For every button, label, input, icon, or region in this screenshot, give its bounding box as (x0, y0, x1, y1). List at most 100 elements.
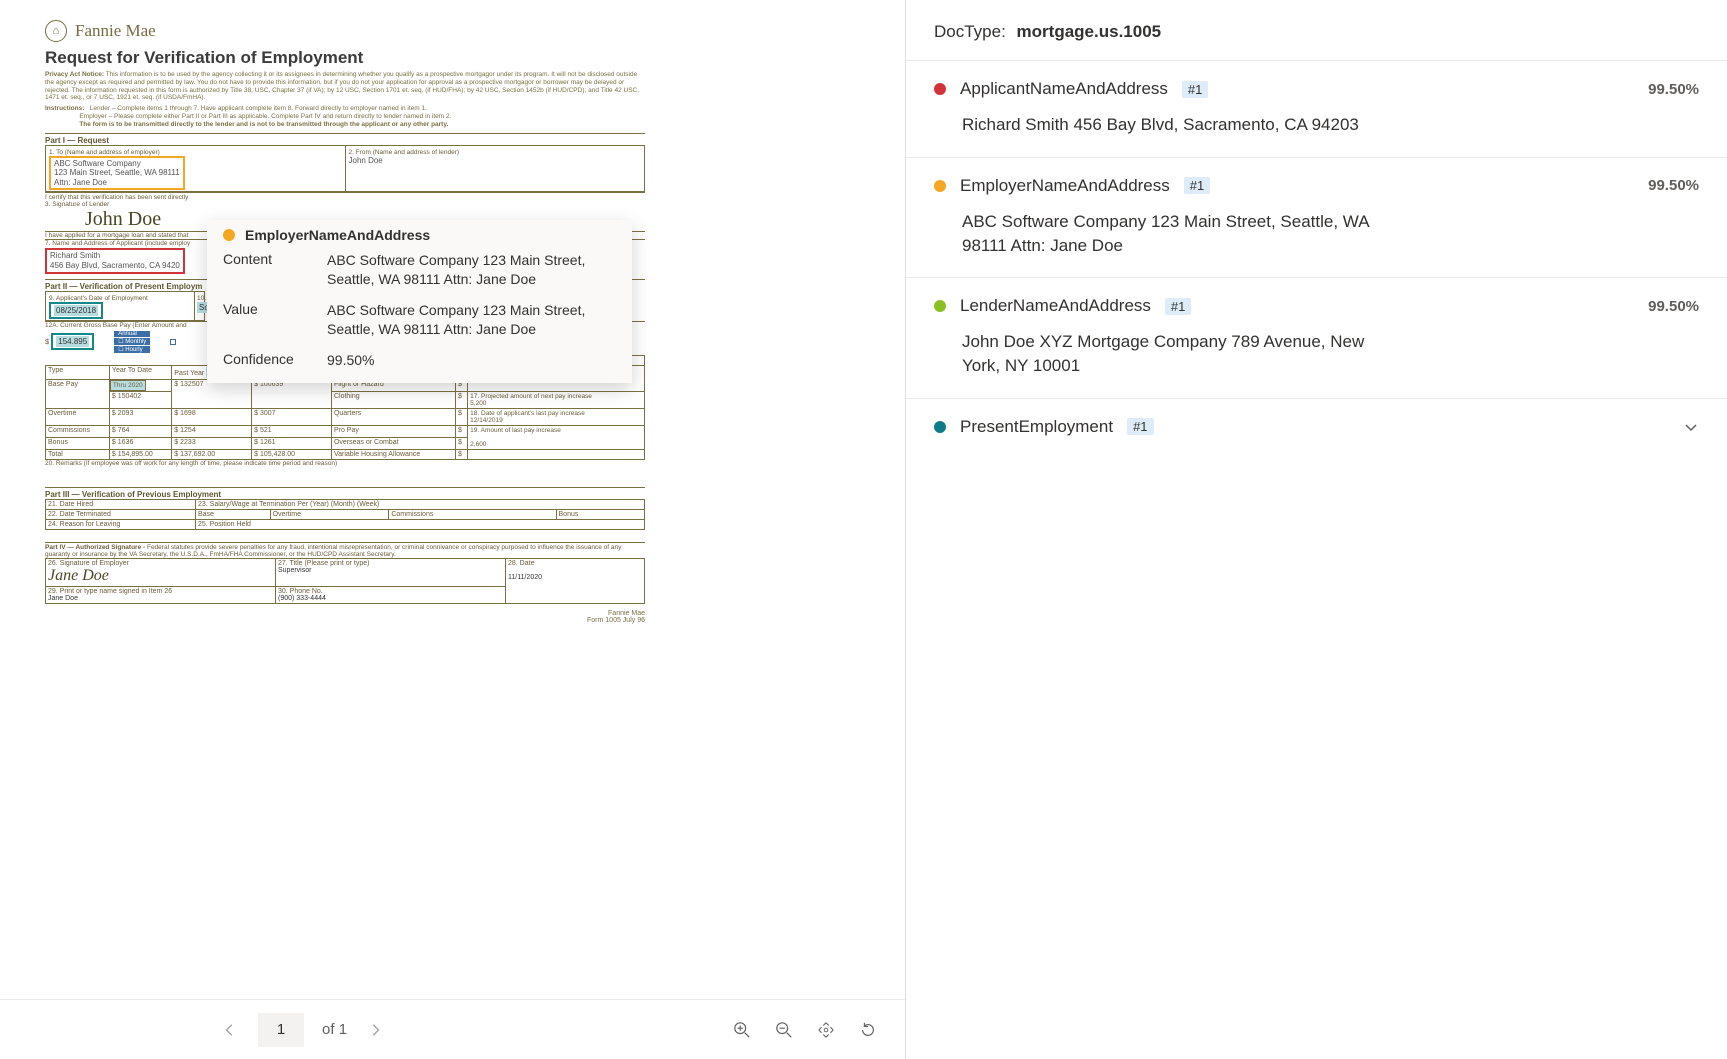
part3-header: Part III — Verification of Previous Empl… (45, 487, 645, 499)
privacy-text: This information is to be used by the ag… (45, 71, 639, 101)
rotate-button[interactable] (857, 1019, 879, 1041)
cert-line: I certify that this verification has bee… (45, 192, 645, 201)
field-10-label: 10. (197, 295, 206, 302)
next-page-button[interactable] (365, 1020, 385, 1040)
tooltip-content-value: ABC Software Company 123 Main Street, Se… (327, 251, 616, 289)
field-item[interactable]: PresentEmployment#1 (906, 398, 1727, 457)
field-badge: #1 (1127, 418, 1153, 435)
pager-bar: of 1 (0, 999, 905, 1059)
field-29-val: Jane Doe (48, 595, 78, 602)
tooltip-value-label: Value (223, 301, 313, 339)
field-confidence: 99.50% (1648, 81, 1699, 98)
mil-vha: Variable Housing Allowance (331, 449, 455, 459)
field-3-label: 3. Signature of Lender (45, 201, 645, 208)
footer-1: Fannie Mae (608, 610, 645, 617)
doctype-label: DocType: (934, 22, 1006, 41)
part1-header: Part I — Request (45, 133, 645, 145)
doc-title: Request for Verification of Employment (45, 48, 645, 68)
prev-page-button[interactable] (220, 1020, 240, 1040)
chevron-down-icon[interactable] (1683, 419, 1699, 435)
employer-line3: Attn: Jane Doe (54, 178, 107, 187)
field-badge: #1 (1165, 298, 1191, 315)
field-21: 21. Date Hired (46, 499, 196, 509)
instr-lender: Lender – Complete items 1 through 7. Hav… (90, 105, 427, 112)
field-29: 29. Print or type name signed in Item 26 (48, 588, 172, 595)
field-confidence: 99.50% (1648, 177, 1699, 194)
field-19: 19. Amount of last pay increase (470, 427, 561, 434)
field-9-label: 9. Applicant's Date of Employment (49, 295, 148, 302)
field-item[interactable]: EmployerNameAndAddress#199.50%ABC Softwa… (906, 157, 1727, 278)
employer-signature: Jane Doe (48, 567, 109, 584)
footer-2: Form 1005 July 96 (587, 617, 645, 624)
tooltip-conf-value: 99.50% (327, 351, 616, 370)
doctype-header: DocType: mortgage.us.1005 (906, 0, 1727, 60)
document-pane: ⌂ Fannie Mae Request for Verification of… (0, 0, 906, 1059)
chip-hourly: Hourly (125, 347, 142, 353)
fit-page-button[interactable] (815, 1019, 837, 1041)
employer-line2: 123 Main Street, Seattle, WA 98111 (54, 168, 180, 177)
field-content: Richard Smith 456 Bay Blvd, Sacramento, … (962, 113, 1382, 137)
field-item[interactable]: LenderNameAndAddress#199.50%John Doe XYZ… (906, 277, 1727, 398)
field-1-label: 1. To (Name and address of employer) (49, 149, 160, 156)
page-number-input[interactable] (258, 1013, 304, 1047)
employer-line1: ABC Software Company (54, 159, 141, 168)
row-overtime: Overtime (46, 408, 110, 425)
brand-text: Fannie Mae (75, 21, 156, 41)
lender-from-value: John Doe (349, 156, 383, 165)
field-badge: #1 (1184, 177, 1210, 194)
signature-table: 26. Signature of EmployerJane Doe 27. Ti… (45, 558, 645, 604)
mil-clothing: Clothing (331, 391, 455, 408)
row-comm: Commissions (46, 425, 110, 437)
field-item[interactable]: ApplicantNameAndAddress#199.50%Richard S… (906, 60, 1727, 157)
mil-propay: Pro Pay (331, 425, 455, 437)
highlight-applicant[interactable]: Richard Smith 456 Bay Blvd, Sacramento, … (45, 248, 185, 273)
field-27-val: Supervisor (278, 567, 311, 574)
previous-employment-table: 21. Date Hired 23. Salary/Wage at Termin… (45, 499, 645, 530)
row-total: Total (46, 449, 110, 459)
field-2-label: 2. From (Name and address of lender) (349, 149, 460, 156)
zoom-out-button[interactable] (773, 1019, 795, 1041)
row-bonus: Bonus (46, 437, 110, 449)
field-30: 30. Phone No. (278, 588, 323, 595)
field-19-val: 2,600 (470, 441, 486, 448)
pager-of-label: of (322, 1021, 335, 1038)
highlight-employer[interactable]: ABC Software Company 123 Main Street, Se… (49, 156, 185, 191)
field-17-val: 5,200 (470, 400, 486, 407)
tooltip-content-label: Content (223, 251, 313, 289)
field-17: 17. Projected amount of next pay increas… (470, 393, 592, 400)
document-viewport[interactable]: ⌂ Fannie Mae Request for Verification of… (0, 0, 905, 999)
privacy-label: Privacy Act Notice: (45, 71, 104, 78)
fannie-mae-logo-icon: ⌂ (45, 20, 67, 42)
field-30-val: (900) 333-4444 (278, 595, 326, 602)
zoom-in-button[interactable] (731, 1019, 753, 1041)
field-27: 27. Title (Please print or type) (278, 560, 369, 567)
chip-monthly: Monthly (125, 339, 146, 345)
doctype-value: mortgage.us.1005 (1017, 22, 1162, 41)
part4-header: Part IV — Authorized Signature - (45, 544, 147, 551)
field-23: 23. Salary/Wage at Termination Per (Year… (198, 501, 379, 508)
tooltip-title: EmployerNameAndAddress (245, 227, 430, 243)
mil-quarters: Quarters (331, 408, 455, 425)
field-22: 22. Date Terminated (46, 509, 196, 519)
field-9-value: 08/25/2018 (54, 305, 98, 316)
col-type: Type (46, 365, 110, 379)
instructions-label: Instructions: (45, 105, 84, 112)
col-ytd: Year To Date (109, 365, 171, 379)
field-content: John Doe XYZ Mortgage Company 789 Avenue… (962, 330, 1382, 378)
tooltip-conf-label: Confidence (223, 351, 313, 370)
applicant-line1: Richard Smith (50, 251, 100, 260)
field-12a-value: 154.895 (56, 336, 89, 347)
field-28-val: 11/11/2020 (508, 574, 542, 581)
pager-total: 1 (339, 1021, 347, 1038)
field-25: 25. Position Held (196, 519, 645, 529)
field-name: ApplicantNameAndAddress (960, 79, 1168, 99)
field-name: EmployerNameAndAddress (960, 176, 1170, 196)
field-dot-icon (934, 300, 946, 312)
field-28: 28. Date (508, 560, 534, 567)
instr-bold: The form is to be transmitted directly t… (79, 121, 448, 128)
applicant-line2: 456 Bay Blvd, Sacramento, CA 9420 (50, 261, 180, 270)
field-18: 18. Date of applicant's last pay increas… (470, 410, 585, 417)
results-pane: DocType: mortgage.us.1005 ApplicantNameA… (906, 0, 1727, 1059)
field-name: LenderNameAndAddress (960, 296, 1151, 316)
row-basepay: Base Pay (46, 379, 110, 408)
